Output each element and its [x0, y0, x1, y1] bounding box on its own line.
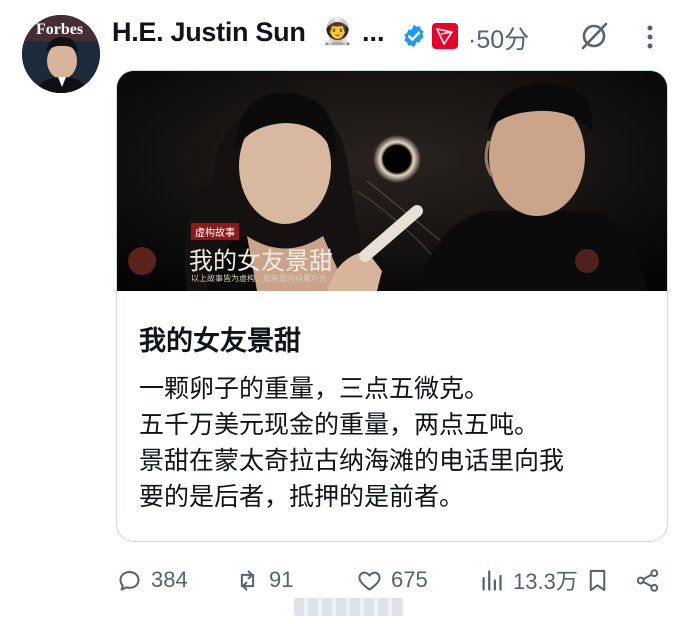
author-name[interactable]: H.E. Justin Sun	[112, 17, 306, 48]
more-icon[interactable]	[642, 22, 658, 52]
timestamp[interactable]: ·50分	[468, 20, 529, 56]
action-bar: 384 91 675 13.3万	[116, 562, 676, 598]
share-button[interactable]	[634, 562, 669, 598]
card-image[interactable]: 虚构故事 我的女友景甜 以上故事皆为虚构，如有雷同纯属巧合	[117, 71, 667, 291]
card-body: 一颗卵子的重量，三点五微克。 五千万美元现金的重量，两点五吨。 景甜在蒙太奇拉古…	[139, 371, 659, 515]
like-count: 675	[391, 567, 428, 592]
card-line: 五千万美元现金的重量，两点五吨。	[139, 410, 540, 439]
retweet-icon	[240, 569, 255, 591]
share-icon	[636, 568, 659, 592]
image-badge: 虚构故事	[191, 223, 239, 240]
reply-count: 384	[151, 567, 188, 592]
reply-icon	[119, 570, 140, 591]
name-ellipsis: ...	[362, 17, 385, 47]
card-title[interactable]: 我的女友景甜	[139, 319, 301, 358]
retweet-button[interactable]: 91	[234, 562, 293, 598]
astronaut-emoji: 👨‍🚀	[322, 18, 354, 46]
avatar[interactable]: Forbes	[22, 15, 100, 93]
link-card[interactable]: 虚构故事 我的女友景甜 以上故事皆为虚构，如有雷同纯属巧合 我的女友景甜 一颗卵…	[116, 70, 668, 542]
retweet-count: 91	[269, 567, 294, 592]
card-line: 一颗卵子的重量，三点五微克。	[139, 374, 490, 403]
like-icon	[358, 571, 381, 591]
bookmark-icon	[589, 569, 606, 591]
like-button[interactable]: 675	[356, 562, 428, 598]
views-button[interactable]: 13.3万	[478, 562, 578, 598]
views-count: 13.3万	[513, 569, 578, 594]
tron-logo-icon	[432, 23, 458, 49]
card-line: 景甜在蒙太奇拉古纳海滩的电话里向我	[139, 446, 565, 475]
card-line: 要的是后者，抵押的是前者。	[139, 482, 465, 511]
image-title: 我的女友景甜	[189, 247, 333, 275]
image-caption: 以上故事皆为虚构，如有雷同纯属巧合	[191, 274, 327, 283]
watermark	[294, 598, 404, 616]
grok-icon[interactable]	[578, 20, 610, 52]
reply-button[interactable]: 384	[116, 562, 188, 598]
bookmark-button[interactable]	[584, 562, 619, 598]
verified-badge-icon[interactable]	[401, 23, 427, 49]
tweet-header: H.E. Justin Sun 👨‍🚀 ... ·50分	[112, 16, 670, 54]
views-icon	[482, 569, 502, 591]
avatar-text: Forbes	[36, 21, 84, 38]
